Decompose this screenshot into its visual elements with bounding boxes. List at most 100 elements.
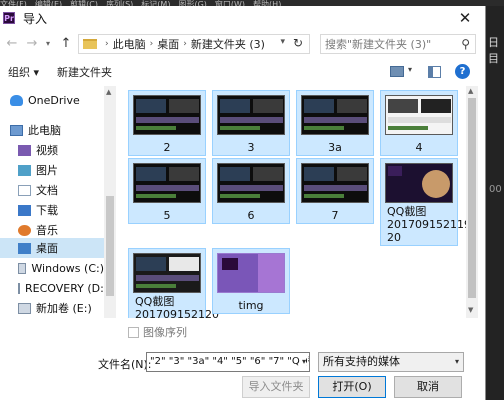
sidebar-item-label: 图片 xyxy=(36,164,58,177)
folder-icon xyxy=(83,39,97,49)
file-name: 3a xyxy=(328,141,342,154)
image-sequence-option: 图像序列 xyxy=(128,324,187,340)
sidebar-item-music[interactable]: 音乐 xyxy=(18,220,104,240)
new-folder-button[interactable]: 新建文件夹 xyxy=(57,64,112,80)
organize-button[interactable]: 组织 ▾ xyxy=(8,64,39,80)
file-thumbnail xyxy=(217,95,285,135)
sidebar-scrollbar[interactable]: ▲ xyxy=(104,86,116,318)
sidebar-item-label: OneDrive xyxy=(28,93,80,107)
file-item[interactable]: 7 xyxy=(296,158,374,224)
file-item[interactable]: 4 xyxy=(380,90,458,156)
file-item[interactable]: 5 xyxy=(128,158,206,224)
file-list-scrollbar-thumb[interactable] xyxy=(468,98,476,298)
help-icon[interactable]: ? xyxy=(455,64,470,79)
address-bar[interactable]: › 此电脑 › 桌面 › 新建文件夹 (3) ▾ ↻ xyxy=(78,34,310,54)
import-dialog: Pr 导入 ✕ ← → ▾ ↑ › 此电脑 › 桌面 › 新建文件夹 (3) ▾… xyxy=(0,6,486,400)
file-thumbnail xyxy=(217,253,285,293)
sidebar-item-pictures[interactable]: 图片 xyxy=(18,160,104,180)
file-item[interactable]: 3a xyxy=(296,90,374,156)
file-name: 7 xyxy=(331,209,339,222)
image-sequence-checkbox[interactable] xyxy=(128,326,139,338)
file-item[interactable]: timg xyxy=(212,248,290,314)
file-name: 3 xyxy=(247,141,255,154)
drive-icon xyxy=(18,282,20,294)
drive-icon xyxy=(18,302,31,314)
file-list-scrollbar[interactable]: ▲ ▼ xyxy=(466,86,478,318)
filename-history-chevron-icon[interactable]: ▾ xyxy=(299,353,306,371)
search-placeholder: 搜索"新建文件夹 (3)" xyxy=(325,38,432,51)
breadcrumb-separator: › xyxy=(183,39,187,49)
sidebar-item-label: 桌面 xyxy=(36,242,58,255)
desktop-folder-icon xyxy=(18,242,31,254)
view-options-chevron-icon[interactable]: ▾ xyxy=(408,65,412,74)
address-dropdown-chevron-icon[interactable]: ▾ xyxy=(280,37,285,47)
preview-pane-icon[interactable] xyxy=(428,66,441,78)
music-folder-icon xyxy=(18,224,31,236)
image-sequence-label: 图像序列 xyxy=(143,326,187,339)
sidebar-item-downloads[interactable]: 下载 xyxy=(18,200,104,220)
breadcrumb-separator: › xyxy=(149,39,154,49)
sidebar-item-label: 视频 xyxy=(36,144,58,157)
file-item[interactable]: 3 xyxy=(212,90,290,156)
cancel-button[interactable]: 取消 xyxy=(394,376,462,398)
navigation-pane: OneDrive 此电脑 视频 图片 文档 下载 音乐 桌面 Windows (… xyxy=(0,86,116,318)
filename-label: 文件名(N): xyxy=(98,358,152,371)
file-name: 2 xyxy=(163,141,171,154)
file-thumbnail xyxy=(301,95,369,135)
sidebar-item-label: RECOVERY (D:) xyxy=(25,281,109,295)
file-item[interactable]: 6 xyxy=(212,158,290,224)
breadcrumb-new-folder[interactable]: 新建文件夹 (3) xyxy=(191,36,265,52)
sidebar-item-documents[interactable]: 文档 xyxy=(18,180,104,200)
file-thumbnail xyxy=(385,163,453,203)
file-thumbnail xyxy=(133,163,201,203)
title-bar: Pr 导入 ✕ xyxy=(0,6,485,30)
breadcrumb-desktop[interactable]: 桌面 xyxy=(157,36,179,52)
breadcrumb-this-pc[interactable]: 此电脑 xyxy=(113,36,146,52)
filename-field[interactable]: "2" "3" "3a" "4" "5" "6" "7" "QQ截 ▾ xyxy=(146,352,310,372)
close-icon[interactable]: ✕ xyxy=(457,10,473,26)
file-name: 6 xyxy=(247,209,255,222)
refresh-icon[interactable]: ↻ xyxy=(293,36,303,50)
file-type-filter-value: 所有支持的媒体 xyxy=(323,355,400,368)
scroll-up-arrow-icon[interactable]: ▲ xyxy=(106,88,111,96)
recent-locations-chevron-icon[interactable]: ▾ xyxy=(42,36,54,52)
sidebar-item-label: 此电脑 xyxy=(28,124,61,137)
sidebar-item-drive-c[interactable]: Windows (C:) xyxy=(18,258,104,278)
navigation-bar: ← → ▾ ↑ › 此电脑 › 桌面 › 新建文件夹 (3) ▾ ↻ 搜索"新建… xyxy=(0,30,485,58)
scroll-down-arrow-icon[interactable]: ▼ xyxy=(468,306,473,314)
file-list: 2 3 3a 4 5 6 7 QQ截图 201709152119 20 QQ截图… xyxy=(128,86,466,318)
downloads-folder-icon xyxy=(18,204,31,216)
forward-arrow-icon[interactable]: → xyxy=(24,36,40,52)
background-text: 日目 xyxy=(488,36,499,65)
breadcrumb-separator: › xyxy=(105,39,109,49)
sidebar-item-videos[interactable]: 视频 xyxy=(18,140,104,160)
search-input[interactable]: 搜索"新建文件夹 (3)" ⚲ xyxy=(320,34,476,54)
file-item[interactable]: QQ截图 201709152120 44 xyxy=(128,248,219,318)
filter-chevron-icon: ▾ xyxy=(454,357,459,366)
open-button[interactable]: 打开(O) xyxy=(318,376,386,398)
sidebar-scrollbar-thumb[interactable] xyxy=(106,196,114,296)
command-bar: 组织 ▾ 新建文件夹 ▾ ? xyxy=(0,58,485,86)
pictures-folder-icon xyxy=(18,164,31,176)
sidebar-item-onedrive[interactable]: OneDrive xyxy=(10,90,104,110)
sidebar-item-this-pc[interactable]: 此电脑 xyxy=(10,120,104,140)
sidebar-item-label: 下载 xyxy=(36,204,58,217)
drive-icon xyxy=(18,262,27,274)
sidebar-item-drive-d[interactable]: RECOVERY (D:) xyxy=(18,278,108,298)
up-arrow-icon[interactable]: ↑ xyxy=(58,36,74,52)
file-thumbnail xyxy=(301,163,369,203)
documents-folder-icon xyxy=(18,184,31,196)
import-folder-button[interactable]: 导入文件夹 xyxy=(242,376,310,398)
sidebar-item-drive-e[interactable]: 新加卷 (E:) xyxy=(18,298,104,318)
back-arrow-icon[interactable]: ← xyxy=(4,36,20,52)
search-icon[interactable]: ⚲ xyxy=(461,37,470,51)
sidebar-item-label: 新加卷 (E:) xyxy=(36,302,92,315)
sidebar-item-desktop[interactable]: 桌面 xyxy=(0,238,104,258)
file-thumbnail xyxy=(217,163,285,203)
file-item[interactable]: QQ截图 201709152119 20 xyxy=(380,158,466,246)
change-view-icon[interactable] xyxy=(390,66,404,77)
file-type-filter[interactable]: 所有支持的媒体 ▾ xyxy=(318,352,464,372)
file-name: timg xyxy=(238,299,264,312)
scroll-up-arrow-icon[interactable]: ▲ xyxy=(468,87,473,95)
file-item[interactable]: 2 xyxy=(128,90,206,156)
